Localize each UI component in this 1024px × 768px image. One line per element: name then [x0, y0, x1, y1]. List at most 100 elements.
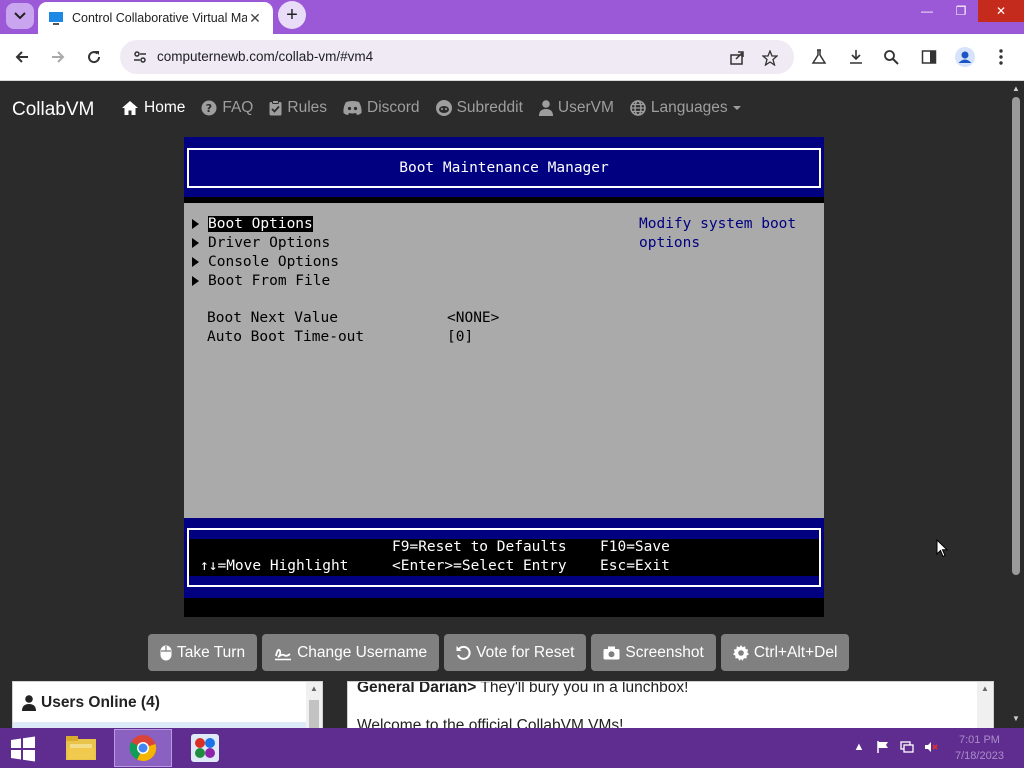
file-explorer-taskbar-button[interactable]	[52, 729, 110, 767]
take-turn-label: Take Turn	[177, 643, 246, 661]
bios-body: Boot Options Driver Options Console Opti…	[184, 203, 824, 518]
site-brand[interactable]: CollabVM	[12, 99, 94, 121]
nav-uservm-label: UserVM	[557, 99, 614, 116]
mouse-icon	[160, 645, 172, 660]
triangle-right-icon	[192, 219, 199, 229]
chat-text: They'll bury you in a lunchbox!	[476, 681, 689, 696]
search-icon[interactable]	[880, 46, 902, 68]
bios-setting-auto-boot-timeout[interactable]: Auto Boot Time-out [0]	[207, 329, 473, 347]
bookmark-star-icon[interactable]	[760, 48, 780, 68]
action-center-flag-icon[interactable]	[876, 740, 890, 754]
bios-footer: F9=Reset to Defaults F10=Save ↑↓=Move Hi…	[184, 518, 824, 598]
nav-subreddit-label: Subreddit	[456, 99, 523, 116]
bios-help-text: Modify system boot options	[639, 216, 797, 251]
clock-time: 7:01 PM	[958, 734, 1000, 746]
new-tab-button[interactable]: +	[278, 1, 306, 29]
site-info-icon[interactable]	[132, 49, 148, 65]
reload-button[interactable]	[82, 45, 106, 69]
window-controls: — ❐ ✕	[910, 0, 1024, 24]
bios-setting-boot-next[interactable]: Boot Next Value <NONE>	[207, 310, 499, 328]
chat-scrollbar[interactable]: ▲	[977, 682, 993, 728]
footer-band-bottom	[189, 576, 819, 585]
clock-date: 7/18/2023	[955, 750, 1004, 762]
users-scrollbar[interactable]: ▲	[306, 682, 322, 728]
back-button[interactable]	[10, 45, 34, 69]
bios-menu-item-boot-from-file[interactable]: Boot From File	[192, 272, 330, 290]
nav-faq[interactable]: ? FAQ	[201, 99, 253, 117]
restore-icon[interactable]: ❐	[944, 0, 978, 22]
vm-display[interactable]: Boot Maintenance Manager Boot Options Dr…	[184, 137, 824, 617]
tab-search-button[interactable]	[6, 3, 34, 29]
share-icon[interactable]	[727, 48, 747, 68]
address-bar[interactable]: computernewb.com/collab-vm/#vm4	[120, 40, 794, 74]
change-username-button[interactable]: Change Username	[262, 634, 440, 671]
nav-subreddit[interactable]: Subreddit	[435, 99, 523, 117]
profile-avatar-icon[interactable]	[954, 46, 976, 68]
scroll-up-icon[interactable]: ▲	[980, 684, 990, 694]
screenshot-button[interactable]: Screenshot	[591, 634, 716, 671]
chrome-icon	[129, 735, 157, 762]
page-content: CollabVM Home ? FAQ Rules Discord Subred…	[0, 81, 1008, 728]
forward-button[interactable]	[46, 45, 70, 69]
nav-languages-dropdown[interactable]: Languages	[630, 99, 747, 117]
volume-muted-icon[interactable]	[924, 740, 938, 754]
tab-close-icon[interactable]: ✕	[247, 10, 263, 26]
undo-icon	[456, 645, 471, 660]
folder-icon	[66, 736, 96, 760]
mouse-pointer-icon	[936, 539, 948, 558]
close-window-icon[interactable]: ✕	[978, 0, 1024, 22]
minimize-icon[interactable]: —	[910, 0, 944, 22]
users-online-header: Users Online (4)	[22, 694, 160, 712]
users-scroll-thumb[interactable]	[309, 700, 319, 728]
nav-uservm[interactable]: UserVM	[538, 99, 614, 117]
bios-setting-label: Auto Boot Time-out	[207, 329, 365, 345]
triangle-right-icon	[192, 238, 199, 248]
nav-links: Home ? FAQ Rules Discord Subreddit UserV…	[121, 99, 763, 117]
nav-discord[interactable]: Discord	[343, 99, 420, 117]
taskbar-clock[interactable]: 7:01 PM 7/18/2023	[955, 732, 1004, 764]
page-scrollbar[interactable]: ▲ ▼	[1008, 81, 1024, 728]
bios-menu-label: Boot Options	[208, 216, 313, 232]
tray-expand-icon[interactable]: ▲	[852, 740, 866, 754]
footer-select-hint: <Enter>=Select Entry	[392, 558, 567, 574]
question-circle-icon: ?	[201, 100, 217, 116]
signature-icon	[275, 648, 292, 660]
scroll-up-icon[interactable]: ▲	[1011, 84, 1021, 94]
gear-icon	[732, 644, 749, 661]
triangle-right-icon	[192, 276, 199, 286]
browser-tab[interactable]: Control Collaborative Virtual Ma ✕	[38, 2, 273, 34]
home-icon	[122, 101, 138, 115]
control-panel-taskbar-button[interactable]	[176, 729, 234, 767]
url-text[interactable]: computernewb.com/collab-vm/#vm4	[157, 49, 373, 64]
bios-menu-item-driver-options[interactable]: Driver Options	[192, 234, 330, 252]
download-icon[interactable]	[845, 46, 867, 68]
reddit-icon	[435, 100, 452, 116]
chat-username: General Darian>	[357, 681, 477, 696]
windows-start-icon[interactable]	[8, 736, 38, 762]
take-turn-button[interactable]: Take Turn	[148, 634, 258, 671]
svg-text:?: ?	[206, 102, 212, 115]
footer-band-top	[189, 530, 819, 539]
camera-icon	[603, 646, 620, 659]
chrome-taskbar-button[interactable]	[114, 729, 172, 767]
bios-menu-item-boot-options[interactable]: Boot Options	[192, 215, 313, 233]
user-icon	[538, 100, 553, 116]
labs-flask-icon[interactable]	[808, 46, 830, 68]
nav-discord-label: Discord	[367, 99, 420, 116]
discord-icon	[343, 101, 362, 115]
scroll-up-icon[interactable]: ▲	[309, 684, 319, 694]
bios-menu-item-console-options[interactable]: Console Options	[192, 253, 339, 271]
scroll-down-icon[interactable]: ▼	[1011, 714, 1021, 724]
nav-rules[interactable]: Rules	[269, 99, 327, 117]
caret-down-icon	[732, 106, 741, 110]
side-panel-icon[interactable]	[918, 46, 940, 68]
ctrl-alt-del-label: Ctrl+Alt+Del	[753, 643, 838, 661]
page-scroll-thumb[interactable]	[1012, 97, 1020, 575]
ctrl-alt-del-button[interactable]: Ctrl+Alt+Del	[720, 634, 850, 671]
bios-setting-value: <NONE>	[447, 310, 500, 326]
more-menu-icon[interactable]	[990, 46, 1012, 68]
nav-home[interactable]: Home	[121, 99, 185, 117]
network-icon[interactable]	[900, 740, 914, 754]
bios-setting-label: Boot Next Value	[207, 310, 338, 326]
vote-reset-button[interactable]: Vote for Reset	[444, 634, 587, 671]
